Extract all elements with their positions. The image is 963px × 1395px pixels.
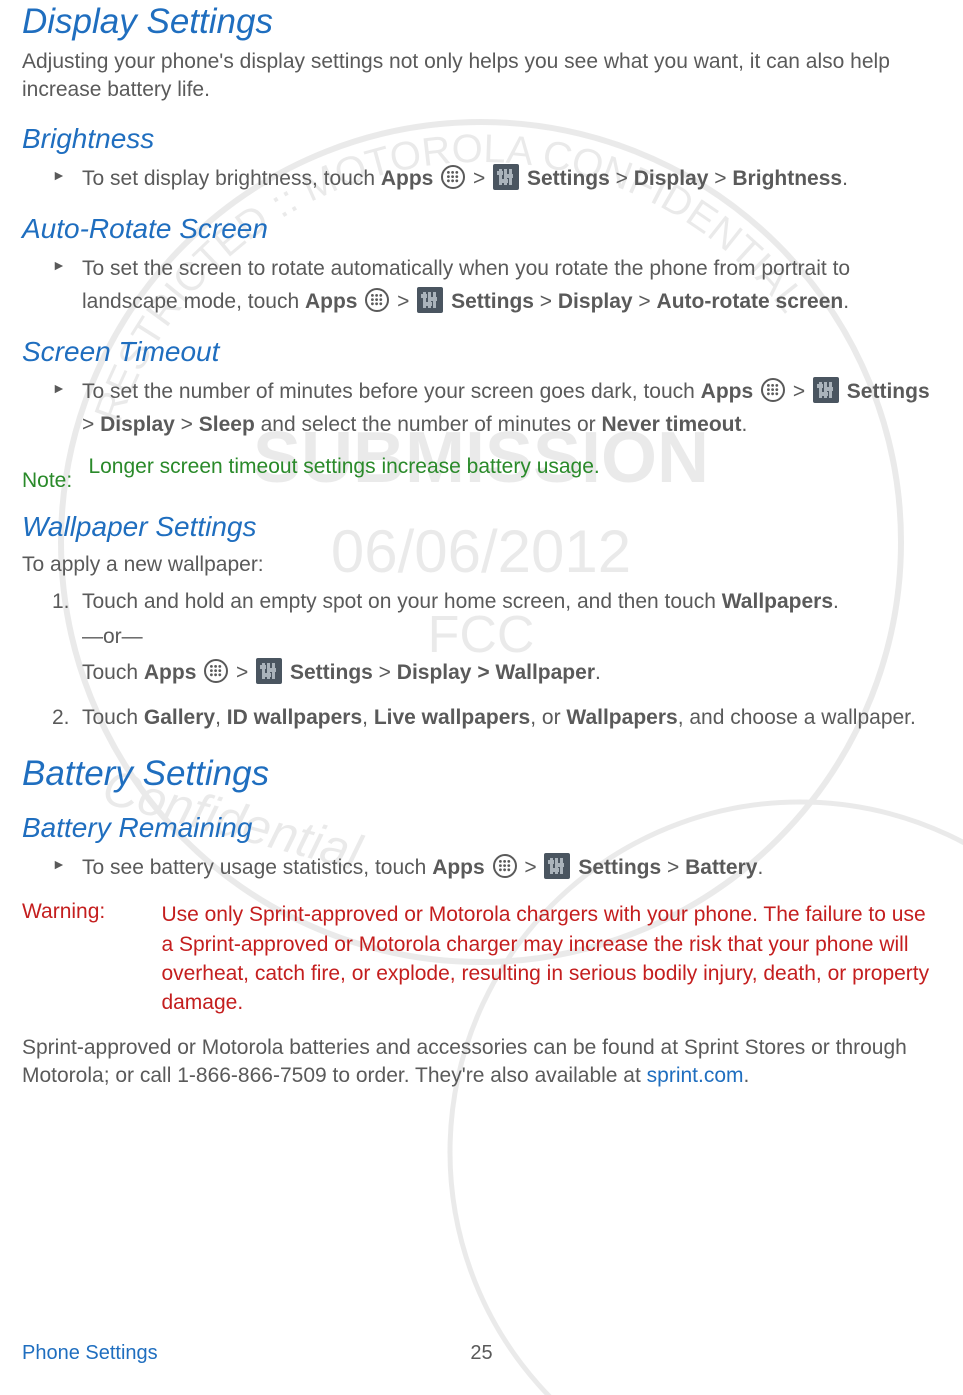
timeout-step: To set the number of minutes before your… xyxy=(52,376,941,441)
separator: > xyxy=(373,661,397,684)
text: . xyxy=(744,1064,750,1087)
text: Touch xyxy=(82,706,144,729)
separator: > xyxy=(82,413,100,436)
heading-display-settings: Display Settings xyxy=(22,2,941,42)
brightness-label: Brightness xyxy=(732,167,842,190)
page-footer: Phone Settings 25 xyxy=(22,1342,941,1365)
sleep-label: Sleep xyxy=(199,413,255,436)
warning-block: Warning: Use only Sprint-approved or Mot… xyxy=(22,900,941,1018)
text: . xyxy=(842,167,848,190)
apps-label: Apps xyxy=(144,661,197,684)
separator: > xyxy=(610,167,634,190)
display-intro-text: Adjusting your phone's display settings … xyxy=(22,48,941,105)
sprint-link[interactable]: sprint.com xyxy=(647,1064,744,1087)
or-divider: —or— xyxy=(82,621,941,653)
display-label: Display xyxy=(558,290,633,313)
settings-icon xyxy=(417,287,443,313)
wallpapers-label: Wallpapers xyxy=(722,590,833,613)
separator: > xyxy=(230,661,254,684)
separator: > xyxy=(661,856,685,879)
apps-label: Apps xyxy=(432,856,485,879)
footer-page-number: 25 xyxy=(470,1342,492,1365)
text: . xyxy=(833,590,839,613)
autorotate-step: To set the screen to rotate automaticall… xyxy=(52,253,941,318)
settings-label: Settings xyxy=(847,380,930,403)
battery-step: To see battery usage statistics, touch A… xyxy=(52,852,941,885)
warning-label: Warning: xyxy=(22,900,157,924)
text: , or xyxy=(530,706,566,729)
text: To set display brightness, touch xyxy=(82,167,381,190)
note-block: Note: Longer screen timeout settings inc… xyxy=(22,455,941,493)
wallpaper-step-2: 2. Touch Gallery, ID wallpapers, Live wa… xyxy=(52,702,941,734)
text: . xyxy=(843,290,849,313)
text: Sprint-approved or Motorola batteries an… xyxy=(22,1036,907,1087)
settings-icon xyxy=(813,377,839,403)
live-wallpapers-label: Live wallpapers xyxy=(374,706,530,729)
separator: > xyxy=(467,167,491,190)
text: , xyxy=(362,706,374,729)
id-wallpapers-label: ID wallpapers xyxy=(227,706,362,729)
separator: > xyxy=(787,380,811,403)
text: Touch and hold an empty spot on your hom… xyxy=(82,590,722,613)
battery-label: Battery xyxy=(685,856,757,879)
text: To see battery usage statistics, touch xyxy=(82,856,432,879)
list-number: 1. xyxy=(52,586,70,618)
list-number: 2. xyxy=(52,702,70,734)
heading-screen-timeout: Screen Timeout xyxy=(22,336,941,368)
apps-icon xyxy=(493,854,517,878)
display-wallpaper-label: Display > Wallpaper xyxy=(397,661,595,684)
heading-wallpaper-settings: Wallpaper Settings xyxy=(22,511,941,543)
settings-label: Settings xyxy=(290,661,373,684)
apps-label: Apps xyxy=(305,290,358,313)
heading-battery-remaining: Battery Remaining xyxy=(22,812,941,844)
settings-label: Settings xyxy=(527,167,610,190)
text: , and choose a wallpaper. xyxy=(678,706,916,729)
apps-label: Apps xyxy=(381,167,434,190)
battery-accessories-text: Sprint-approved or Motorola batteries an… xyxy=(22,1034,941,1091)
settings-icon xyxy=(256,658,282,684)
settings-icon xyxy=(544,853,570,879)
footer-section-name: Phone Settings xyxy=(22,1342,158,1364)
heading-battery-settings: Battery Settings xyxy=(22,754,941,794)
separator: > xyxy=(391,290,415,313)
separator: > xyxy=(534,290,558,313)
text: To set the number of minutes before your… xyxy=(82,380,701,403)
text: and select the number of minutes or xyxy=(255,413,602,436)
wallpaper-intro: To apply a new wallpaper: xyxy=(22,551,941,579)
display-label: Display xyxy=(100,413,175,436)
text: Touch xyxy=(82,661,144,684)
wallpapers-label: Wallpapers xyxy=(566,706,677,729)
apps-icon xyxy=(204,659,228,683)
text: . xyxy=(757,856,763,879)
never-timeout-label: Never timeout xyxy=(601,413,741,436)
heading-auto-rotate: Auto-Rotate Screen xyxy=(22,213,941,245)
settings-label: Settings xyxy=(451,290,534,313)
brightness-step: To set display brightness, touch Apps > … xyxy=(52,163,941,196)
apps-icon xyxy=(441,165,465,189)
note-text: Longer screen timeout settings increase … xyxy=(88,455,935,479)
autorotate-label: Auto-rotate screen xyxy=(657,290,844,313)
text: , xyxy=(215,706,227,729)
text: . xyxy=(595,661,601,684)
apps-icon xyxy=(365,288,389,312)
settings-label: Settings xyxy=(578,856,661,879)
separator: > xyxy=(633,290,657,313)
note-label: Note: xyxy=(22,469,84,493)
heading-brightness: Brightness xyxy=(22,123,941,155)
settings-icon xyxy=(493,164,519,190)
wallpaper-step-1: 1. Touch and hold an empty spot on your … xyxy=(52,586,941,689)
separator: > xyxy=(708,167,732,190)
gallery-label: Gallery xyxy=(144,706,215,729)
separator: > xyxy=(519,856,543,879)
warning-text: Use only Sprint-approved or Motorola cha… xyxy=(161,900,935,1018)
apps-icon xyxy=(761,378,785,402)
text: . xyxy=(742,413,748,436)
apps-label: Apps xyxy=(701,380,754,403)
display-label: Display xyxy=(634,167,709,190)
separator: > xyxy=(175,413,199,436)
